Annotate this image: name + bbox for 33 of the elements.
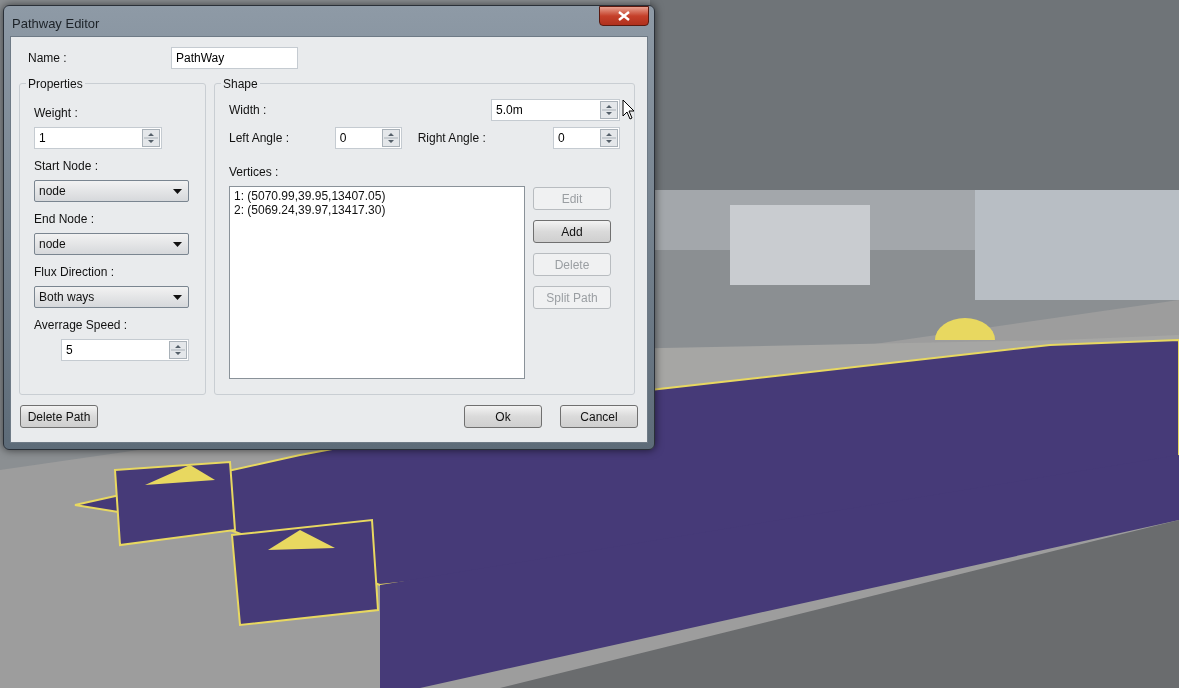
spinner-arrows-icon[interactable] — [600, 101, 618, 119]
left-angle-label: Left Angle : — [229, 130, 291, 147]
dropdown[interactable]: node — [34, 233, 189, 255]
dialog-button[interactable]: Cancel — [560, 405, 638, 428]
spinner-arrows-icon[interactable] — [600, 129, 618, 147]
action-button[interactable]: Add — [533, 220, 611, 243]
vertices-label: Vertices : — [229, 164, 280, 181]
window-title: Pathway Editor — [12, 15, 100, 33]
spinner-arrows-icon[interactable] — [381, 129, 400, 147]
field-label: Averrage Speed : — [34, 317, 129, 334]
spinner-arrows-icon[interactable] — [142, 129, 160, 147]
close-icon — [618, 11, 630, 21]
dropdown-arrow-icon — [173, 241, 182, 247]
name-field[interactable]: PathWay — [171, 47, 298, 69]
cursor-icon — [622, 99, 636, 121]
width-label: Width : — [229, 102, 268, 119]
dropdown[interactable]: Both ways — [34, 286, 189, 308]
name-label: Name : — [28, 50, 68, 67]
dialog-button[interactable]: Ok — [464, 405, 542, 428]
dropdown-arrow-icon — [173, 188, 182, 194]
delete-path-button[interactable]: Delete Path — [20, 405, 98, 428]
list-item[interactable]: 1: (5070.99,39.95,13407.05) — [234, 189, 520, 203]
field-label: Start Node : — [34, 158, 100, 175]
field-label: Flux Direction : — [34, 264, 116, 281]
spinner-arrows-icon[interactable] — [169, 341, 187, 359]
close-button[interactable] — [599, 6, 649, 26]
right-angle-label: Right Angle : — [417, 130, 487, 147]
vertices-list[interactable]: 1: (5070.99,39.95,13407.05) 2: (5069.24,39.97,13417.30) — [229, 186, 525, 379]
list-item[interactable]: 2: (5069.24,39.97,13417.30) — [234, 203, 520, 217]
dropdown[interactable]: node — [34, 180, 189, 202]
dropdown-arrow-icon — [173, 294, 182, 300]
field-label: Weight : — [34, 105, 79, 122]
field-label: End Node : — [34, 211, 96, 228]
